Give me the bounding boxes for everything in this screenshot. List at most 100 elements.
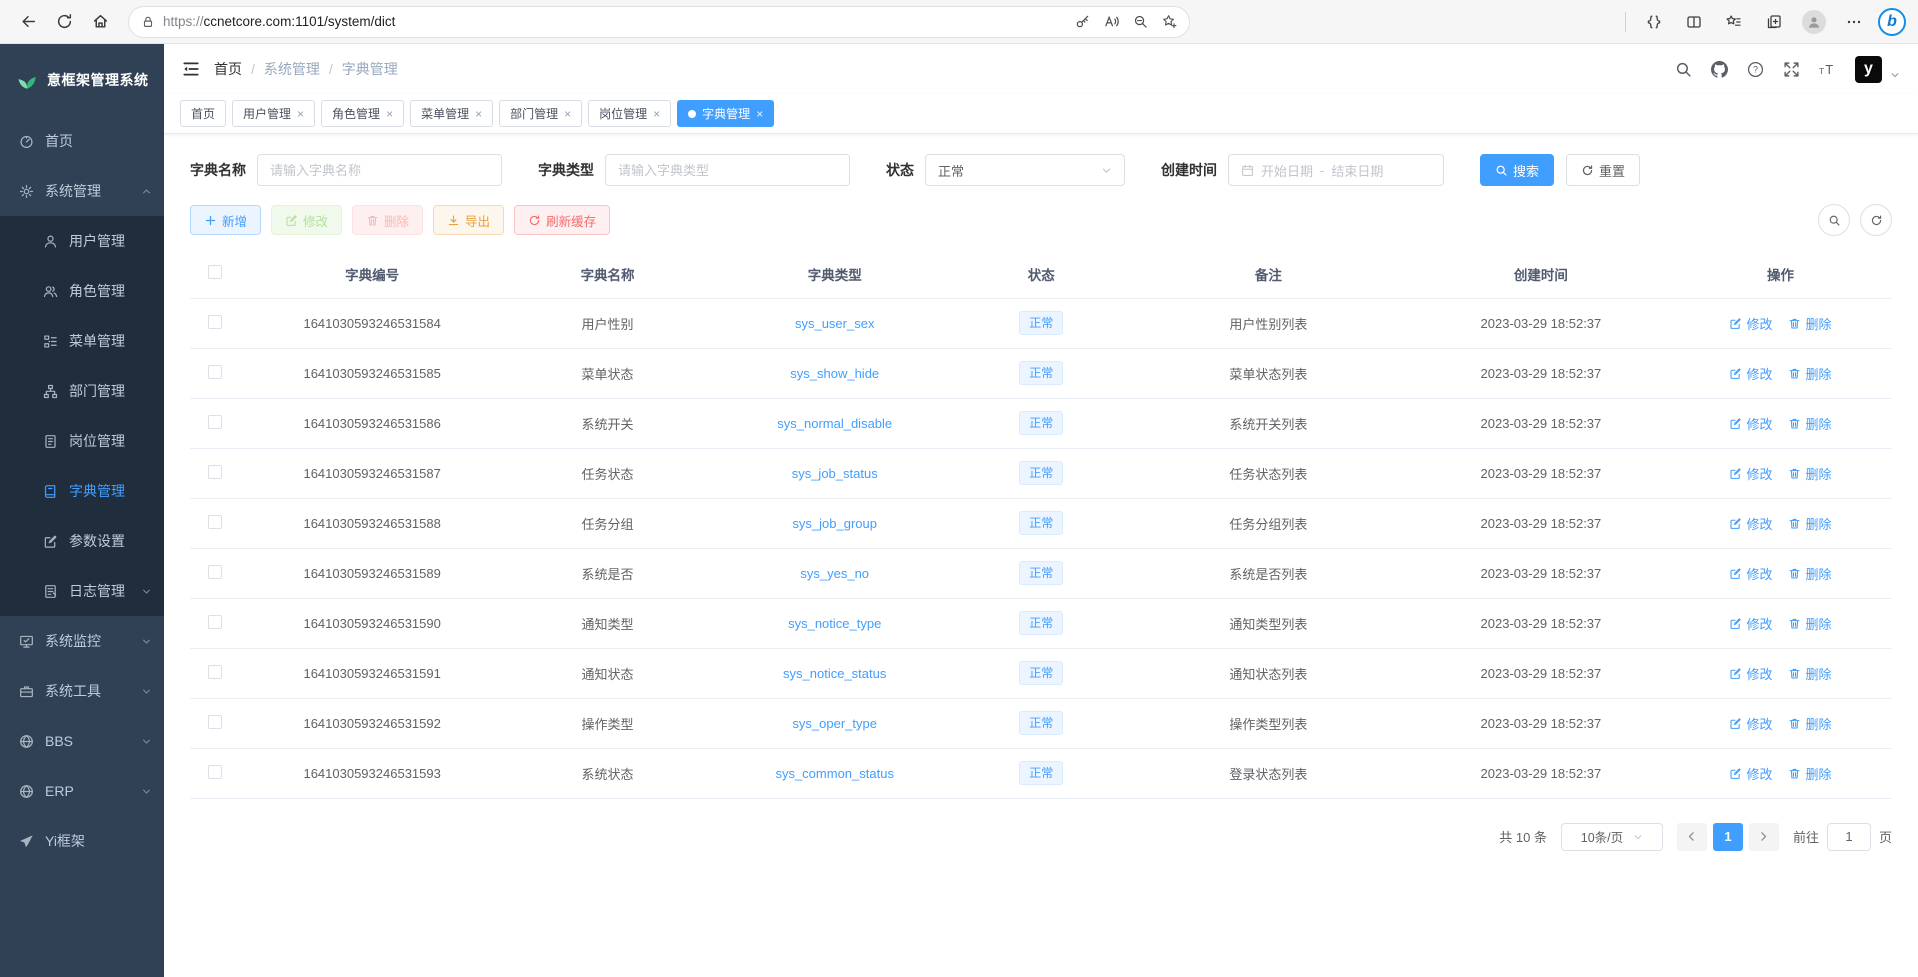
- sidebar-item-yi-framework[interactable]: Yi框架: [0, 816, 164, 866]
- row-delete-button[interactable]: 删除: [1788, 314, 1831, 333]
- sidebar-item-system-management[interactable]: 系统管理: [0, 166, 164, 216]
- goto-page-input[interactable]: [1827, 823, 1871, 851]
- dict-type-link[interactable]: sys_job_status: [792, 466, 878, 481]
- status-select[interactable]: 正常: [925, 154, 1125, 186]
- extensions-button[interactable]: [1638, 6, 1670, 38]
- row-checkbox[interactable]: [208, 665, 222, 679]
- row-delete-button[interactable]: 删除: [1788, 414, 1831, 433]
- bing-copilot-button[interactable]: b: [1878, 8, 1906, 36]
- toggle-search-button[interactable]: [1818, 204, 1850, 236]
- row-checkbox[interactable]: [208, 765, 222, 779]
- sidebar-item-bbs[interactable]: BBS: [0, 716, 164, 766]
- dict-type-link[interactable]: sys_user_sex: [795, 316, 874, 331]
- breadcrumb-dict[interactable]: 字典管理: [342, 59, 398, 79]
- tab-home[interactable]: 首页: [180, 100, 226, 127]
- sidebar-item-erp[interactable]: ERP: [0, 766, 164, 816]
- sidebar-item-role-management[interactable]: 角色管理: [0, 266, 164, 316]
- read-aloud-icon[interactable]: [1104, 14, 1119, 29]
- tab-close-icon[interactable]: ×: [653, 107, 660, 121]
- help-icon[interactable]: ?: [1747, 61, 1764, 78]
- github-icon[interactable]: [1711, 61, 1728, 78]
- row-checkbox[interactable]: [208, 615, 222, 629]
- tab-close-icon[interactable]: ×: [297, 107, 304, 121]
- refresh-cache-button[interactable]: 刷新缓存: [514, 205, 610, 235]
- dict-type-link[interactable]: sys_job_group: [792, 516, 877, 531]
- row-delete-button[interactable]: 删除: [1788, 364, 1831, 383]
- breadcrumb-system[interactable]: 系统管理: [264, 59, 320, 79]
- sidebar-item-param-settings[interactable]: 参数设置: [0, 516, 164, 566]
- favorites-button[interactable]: [1718, 6, 1750, 38]
- row-delete-button[interactable]: 删除: [1788, 514, 1831, 533]
- dict-type-link[interactable]: sys_common_status: [775, 766, 894, 781]
- row-delete-button[interactable]: 删除: [1788, 714, 1831, 733]
- sidebar-item-system-tools[interactable]: 系统工具: [0, 666, 164, 716]
- collections-button[interactable]: [1758, 6, 1790, 38]
- split-screen-button[interactable]: [1678, 6, 1710, 38]
- row-edit-button[interactable]: 修改: [1729, 364, 1772, 383]
- row-edit-button[interactable]: 修改: [1729, 514, 1772, 533]
- reset-button[interactable]: 重置: [1566, 154, 1640, 186]
- edit-button[interactable]: 修改: [271, 205, 342, 235]
- row-edit-button[interactable]: 修改: [1729, 764, 1772, 783]
- password-key-icon[interactable]: [1075, 14, 1090, 29]
- row-edit-button[interactable]: 修改: [1729, 664, 1772, 683]
- row-checkbox[interactable]: [208, 465, 222, 479]
- browser-back-button[interactable]: [12, 6, 44, 38]
- tab-close-icon[interactable]: ×: [475, 107, 482, 121]
- add-favorite-icon[interactable]: [1162, 14, 1177, 29]
- row-checkbox[interactable]: [208, 415, 222, 429]
- sidebar-fold-icon[interactable]: [182, 60, 200, 78]
- refresh-table-button[interactable]: [1860, 204, 1892, 236]
- search-button[interactable]: 搜索: [1480, 154, 1554, 186]
- row-delete-button[interactable]: 删除: [1788, 764, 1831, 783]
- tab-menu-management[interactable]: 菜单管理×: [410, 100, 493, 127]
- tab-dict-management[interactable]: 字典管理×: [677, 100, 774, 127]
- zoom-out-icon[interactable]: [1133, 14, 1148, 29]
- dict-type-link[interactable]: sys_notice_status: [783, 666, 886, 681]
- search-icon[interactable]: [1675, 61, 1692, 78]
- chevron-down-icon[interactable]: [1890, 70, 1900, 80]
- dict-type-link[interactable]: sys_oper_type: [792, 716, 877, 731]
- sidebar-item-dept-management[interactable]: 部门管理: [0, 366, 164, 416]
- sidebar-item-menu-management[interactable]: 菜单管理: [0, 316, 164, 366]
- page-size-select[interactable]: 10条/页: [1561, 823, 1663, 851]
- sidebar-item-post-management[interactable]: 岗位管理: [0, 416, 164, 466]
- add-button[interactable]: 新增: [190, 205, 261, 235]
- browser-menu-button[interactable]: [1838, 6, 1870, 38]
- user-avatar[interactable]: y: [1855, 56, 1882, 83]
- sidebar-item-user-management[interactable]: 用户管理: [0, 216, 164, 266]
- export-button[interactable]: 导出: [433, 205, 504, 235]
- delete-button[interactable]: 删除: [352, 205, 423, 235]
- row-delete-button[interactable]: 删除: [1788, 614, 1831, 633]
- dict-type-link[interactable]: sys_show_hide: [790, 366, 879, 381]
- row-edit-button[interactable]: 修改: [1729, 414, 1772, 433]
- sidebar-item-dict-management[interactable]: 字典管理: [0, 466, 164, 516]
- tab-close-icon[interactable]: ×: [564, 107, 571, 121]
- dict-type-input[interactable]: [605, 154, 850, 186]
- dict-type-link[interactable]: sys_notice_type: [788, 616, 881, 631]
- profile-button[interactable]: [1798, 6, 1830, 38]
- row-edit-button[interactable]: 修改: [1729, 464, 1772, 483]
- row-checkbox[interactable]: [208, 565, 222, 579]
- tab-close-icon[interactable]: ×: [756, 107, 763, 121]
- row-delete-button[interactable]: 删除: [1788, 664, 1831, 683]
- page-number-button[interactable]: 1: [1713, 823, 1743, 851]
- app-logo[interactable]: 意框架管理系统: [0, 44, 164, 116]
- next-page-button[interactable]: [1749, 823, 1779, 851]
- tab-close-icon[interactable]: ×: [386, 107, 393, 121]
- dict-name-input[interactable]: [257, 154, 502, 186]
- row-edit-button[interactable]: 修改: [1729, 714, 1772, 733]
- row-checkbox[interactable]: [208, 365, 222, 379]
- fullscreen-icon[interactable]: [1783, 61, 1800, 78]
- dict-type-link[interactable]: sys_normal_disable: [777, 416, 892, 431]
- breadcrumb-home[interactable]: 首页: [214, 59, 242, 79]
- font-size-icon[interactable]: TT: [1819, 61, 1836, 78]
- dict-type-link[interactable]: sys_yes_no: [800, 566, 869, 581]
- select-all-checkbox[interactable]: [208, 265, 222, 279]
- date-range-picker[interactable]: 开始日期 - 结束日期: [1228, 154, 1444, 186]
- row-edit-button[interactable]: 修改: [1729, 564, 1772, 583]
- tab-user-management[interactable]: 用户管理×: [232, 100, 315, 127]
- sidebar-item-system-monitor[interactable]: 系统监控: [0, 616, 164, 666]
- prev-page-button[interactable]: [1677, 823, 1707, 851]
- browser-home-button[interactable]: [84, 6, 116, 38]
